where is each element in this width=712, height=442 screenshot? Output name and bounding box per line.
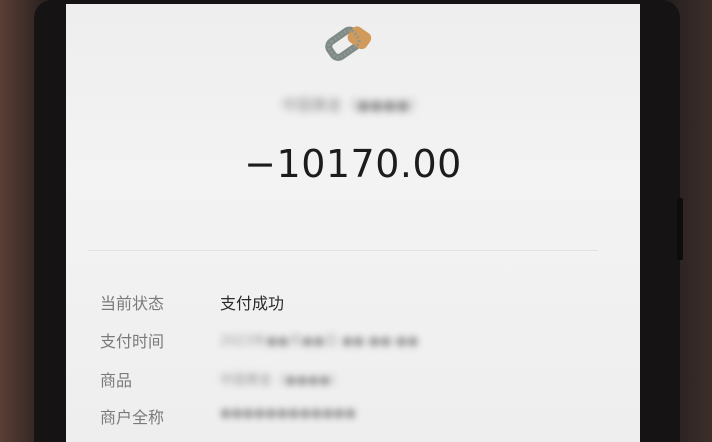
payment-brand-logo-icon <box>318 18 384 62</box>
detail-label: 商品 <box>100 371 133 390</box>
detail-value: 支付成功 <box>220 294 285 313</box>
detail-row-goods: 商品 中国黄金（●●●●） <box>100 367 620 397</box>
detail-label: 商户全称 <box>100 408 165 427</box>
detail-row-merchant-full-name: 商户全称 ●●●●●●●●●●●● <box>100 404 620 434</box>
detail-value: 2023年●●月●●日 ●●:●●:●● <box>220 334 419 349</box>
divider <box>88 250 598 251</box>
detail-value: 中国黄金（●●●●） <box>220 373 344 388</box>
detail-label: 当前状态 <box>100 294 165 313</box>
phone-screen: 中国黄金（●●●●） −10170.00 当前状态 支付成功 支付时间 2023… <box>66 4 640 442</box>
phone-side-button <box>677 198 683 260</box>
payment-amount: −10170.00 <box>244 142 462 186</box>
detail-row-status: 当前状态 支付成功 <box>100 290 620 320</box>
detail-label: 支付时间 <box>100 332 165 351</box>
merchant-name: 中国黄金（●●●●） <box>281 96 425 114</box>
detail-row-payment-time: 支付时间 2023年●●月●●日 ●●:●●:●● <box>100 328 620 358</box>
detail-value: ●●●●●●●●●●●● <box>220 406 357 421</box>
